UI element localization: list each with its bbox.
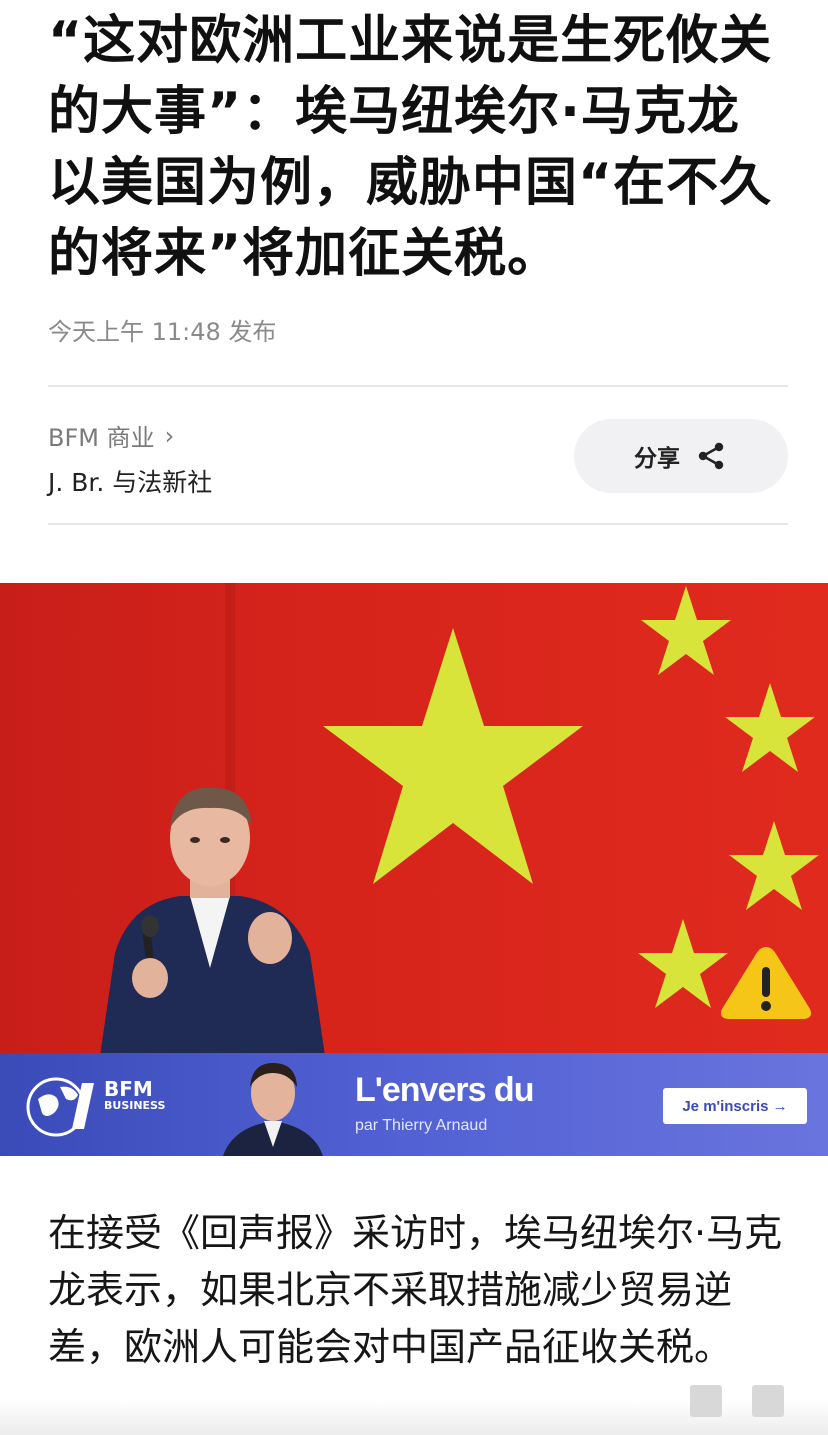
ad-banner[interactable]: BFM BUSINESS L'envers du par Thierry Arn… — [0, 1053, 828, 1156]
big-star-icon — [323, 628, 583, 884]
ad-brand-sub: BUSINESS — [104, 1099, 166, 1112]
globe-logo-icon — [26, 1077, 94, 1137]
small-star-icon-1 — [641, 586, 731, 675]
share-label: 分享 — [634, 446, 680, 472]
article-page: “这对欧洲工业来说是生死攸关的大事”：埃马纽埃尔·马克龙以美国为例，威胁中国“在… — [0, 0, 828, 1435]
share-icon — [698, 442, 724, 470]
share-button[interactable]: 分享 — [574, 419, 788, 493]
small-star-icon-3 — [729, 821, 819, 910]
divider-bottom — [48, 523, 788, 525]
divider-top — [48, 385, 788, 387]
presenter-photo — [223, 1063, 323, 1156]
small-star-icon-2 — [725, 683, 815, 772]
article-headline: “这对欧洲工业来说是生死攸关的大事”：埃马纽埃尔·马克龙以美国为例，威胁中国“在… — [48, 11, 773, 284]
blurred-watermark — [690, 1385, 784, 1417]
source-link[interactable]: BFM 商业 › — [48, 418, 174, 453]
publish-time: 今天上午 11:48 发布 — [48, 318, 277, 346]
ad-brand: BFM BUSINESS — [104, 1079, 165, 1113]
warning-triangle-icon — [721, 947, 811, 1019]
ad-byline: par Thierry Arnaud — [355, 1117, 488, 1134]
blur-block — [752, 1385, 784, 1417]
ad-title: L'envers du — [355, 1071, 534, 1109]
speaker-figure — [100, 787, 325, 1056]
subscribe-button[interactable]: Je m'inscris → — [663, 1088, 807, 1124]
chevron-right-icon: › — [164, 421, 175, 450]
hero-image — [0, 583, 828, 1056]
source-name: BFM 商业 — [48, 424, 155, 452]
blur-block — [690, 1385, 722, 1417]
article-body: 在接受《回声报》采访时，埃马纽埃尔·马克龙表示，如果北京不采取措施减少贸易逆差，… — [48, 1211, 783, 1369]
author-line: J. Br. 与法新社 — [48, 468, 213, 497]
small-star-icon-4 — [638, 919, 728, 1008]
ad-brand-name: BFM — [104, 1077, 153, 1101]
